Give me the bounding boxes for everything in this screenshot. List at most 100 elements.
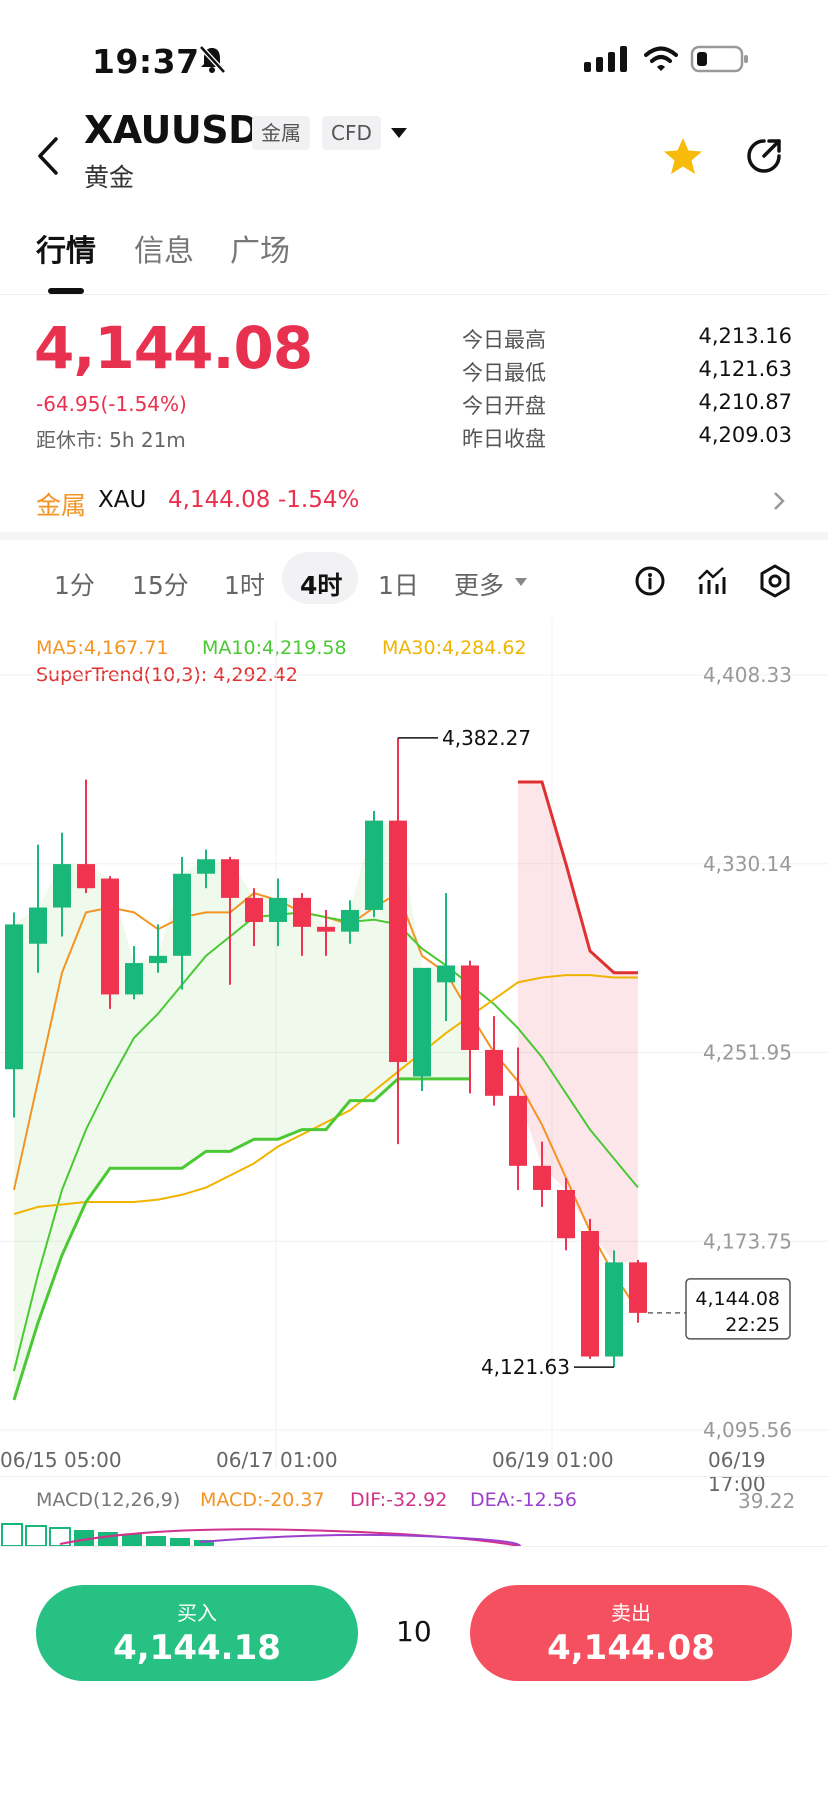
price-change: -64.95(-1.54%) [36, 392, 187, 416]
candle-body [341, 909, 359, 932]
bell-muted-icon [199, 45, 226, 74]
candle-body [365, 820, 383, 910]
candle-body [197, 859, 215, 874]
stat-value-prev-close: 4,209.03 [698, 423, 792, 447]
supertrend-down-fill [518, 782, 638, 1263]
sell-label: 卖出 [611, 1601, 651, 1625]
stat-label-high: 今日最高 [462, 328, 546, 352]
low-marker-label: 4,121.63 [481, 1355, 570, 1379]
symbol-name: 黄金 [84, 163, 135, 192]
related-asset-row[interactable]: 金属 XAU 4,144.08 -1.54% [0, 468, 828, 532]
macd-axis-value: 39.22 [738, 1489, 796, 1513]
candle-body [269, 897, 287, 923]
last-price-value: 4,144.08 [695, 1288, 780, 1310]
stat-label-prev-close: 昨日收盘 [462, 427, 546, 451]
x-axis-label-1: 06/15 05:00 [0, 1448, 122, 1472]
period-4h[interactable]: 4时 [300, 566, 342, 602]
favorite-star-icon[interactable] [662, 136, 704, 176]
related-category: 金属 [36, 491, 87, 520]
macd-histogram [1, 1523, 521, 1546]
indicator-icon[interactable] [696, 565, 728, 597]
candle-body [293, 897, 311, 927]
candle-body [5, 924, 23, 1070]
y-axis-label: 4,173.75 [703, 1229, 792, 1253]
period-1h[interactable]: 1时 [224, 566, 265, 602]
trade-panel-divider [0, 1546, 828, 1547]
candle-body [149, 955, 167, 964]
symbol-title: XAUUSD [84, 108, 260, 152]
category-tag: 金属 [252, 116, 310, 150]
y-axis-label: 4,408.33 [703, 663, 792, 687]
candle-body [317, 926, 335, 932]
candle-body [101, 878, 119, 995]
candle-body [485, 1049, 503, 1096]
candle-body [245, 897, 263, 923]
chevron-right-icon [774, 492, 785, 510]
macd-dea: DEA:-12.56 [470, 1489, 577, 1511]
tab-market[interactable]: 行情 [36, 226, 96, 270]
info-icon[interactable] [634, 565, 666, 597]
macd-title: MACD(12,26,9) [36, 1489, 181, 1511]
settings-icon[interactable] [758, 564, 792, 598]
y-axis-label: 4,095.56 [703, 1418, 792, 1442]
x-axis-label-3: 06/19 01:00 [492, 1448, 614, 1472]
market-close-countdown: 距休市: 5h 21m [36, 428, 186, 452]
sell-button[interactable]: 卖出 4,144.08 [470, 1585, 792, 1681]
cfd-tag: CFD [322, 116, 381, 150]
back-icon[interactable] [36, 136, 60, 176]
candlestick-chart[interactable]: 4,408.33 4,330.14 4,251.95 4,173.75 4,095.56… [0, 620, 828, 1470]
related-change: -1.54% [278, 487, 360, 513]
macd-value: MACD:-20.37 [200, 1489, 325, 1511]
candle-body [125, 963, 143, 995]
candle-body [509, 1095, 527, 1166]
section-divider [0, 532, 828, 540]
last-price-countdown: 22:25 [725, 1314, 780, 1336]
tabs-divider [0, 294, 828, 295]
candle-body [557, 1189, 575, 1239]
y-axis-label: 4,251.95 [703, 1041, 792, 1065]
sell-price: 4,144.08 [547, 1628, 715, 1668]
buy-label: 买入 [177, 1601, 217, 1625]
buy-button[interactable]: 买入 4,144.18 [36, 1585, 358, 1681]
candle-body [533, 1165, 551, 1190]
candle-body [629, 1262, 647, 1313]
stat-value-low: 4,121.63 [698, 357, 792, 381]
period-1m[interactable]: 1分 [54, 566, 95, 602]
status-time: 19:37 [92, 42, 200, 81]
candle-body [581, 1230, 599, 1357]
related-price: 4,144.08 [168, 487, 271, 513]
current-price: 4,144.08 [34, 314, 313, 382]
y-axis-label: 4,330.14 [703, 852, 792, 876]
share-icon[interactable] [744, 136, 784, 176]
candle-body [29, 907, 47, 944]
cellular-signal-icon [584, 46, 627, 72]
period-15m[interactable]: 15分 [132, 566, 189, 602]
related-symbol: XAU [98, 487, 147, 513]
tab-info[interactable]: 信息 [134, 226, 194, 270]
macd-divider [0, 1476, 828, 1477]
stat-value-high: 4,213.16 [698, 324, 792, 348]
candle-body [173, 873, 191, 956]
candle-body [461, 965, 479, 1050]
high-marker-label: 4,382.27 [442, 726, 531, 750]
buy-price: 4,144.18 [113, 1628, 281, 1668]
tab-plaza[interactable]: 广场 [230, 226, 290, 270]
period-more[interactable]: 更多 [454, 566, 504, 602]
stat-label-open: 今日开盘 [462, 394, 546, 418]
macd-dif: DIF:-32.92 [350, 1489, 448, 1511]
stat-value-open: 4,210.87 [698, 390, 792, 414]
candle-body [437, 965, 455, 983]
trade-quantity[interactable]: 10 [396, 1615, 432, 1648]
candle-body [413, 967, 431, 1077]
candle-body [389, 820, 407, 1063]
candle-body [221, 859, 239, 898]
x-axis-label-2: 06/17 01:00 [216, 1448, 338, 1472]
symbol-dropdown-icon[interactable] [390, 126, 408, 140]
period-1d[interactable]: 1日 [378, 566, 419, 602]
more-dropdown-icon[interactable] [514, 577, 528, 587]
candle-body [77, 864, 95, 889]
candle-body [605, 1262, 623, 1357]
battery-icon [690, 45, 748, 73]
candle-body [53, 864, 71, 908]
wifi-icon [644, 46, 678, 71]
